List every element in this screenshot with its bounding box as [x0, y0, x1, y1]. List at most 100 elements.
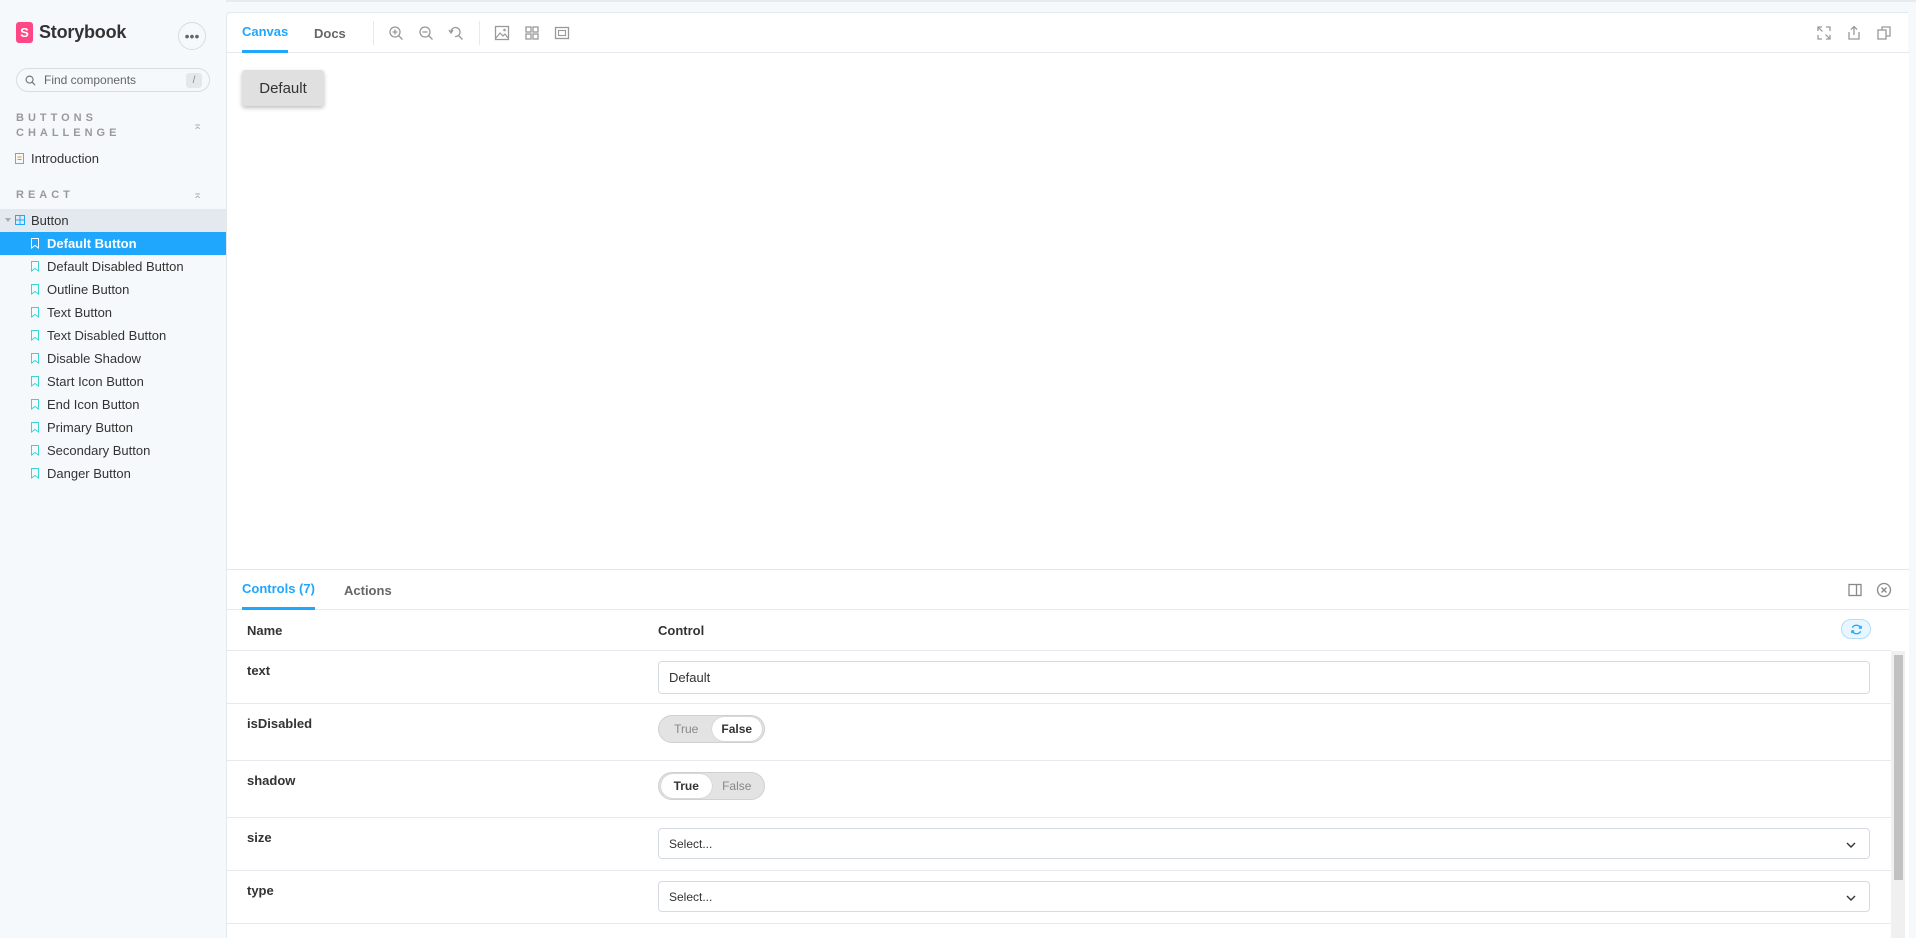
boolean-toggle-shadow[interactable]: True False	[658, 772, 765, 800]
storybook-logo-icon: S	[16, 22, 33, 43]
sidebar-story-label: Disable Shadow	[47, 351, 141, 366]
toggle-option-false[interactable]: False	[711, 717, 762, 741]
sidebar-story-outline-button[interactable]: Outline Button	[0, 278, 226, 301]
sidebar-item-label: Introduction	[31, 151, 99, 166]
sidebar-story-label: Primary Button	[47, 420, 133, 435]
search-icon	[25, 75, 36, 86]
sidebar-story-default-button[interactable]: Default Button	[0, 232, 226, 255]
bookmark-icon	[31, 399, 39, 410]
share-icon[interactable]	[1846, 25, 1862, 41]
sidebar-story-danger-button[interactable]: Danger Button	[0, 462, 226, 485]
zoom-in-icon[interactable]	[388, 25, 404, 41]
toggle-option-true[interactable]: True	[661, 774, 712, 798]
bookmark-icon	[31, 445, 39, 456]
close-panel-icon[interactable]	[1876, 582, 1892, 598]
app-title: Storybook	[39, 22, 127, 42]
tab-controls[interactable]: Controls (7)	[242, 570, 315, 610]
table-row: size Select...	[227, 818, 1891, 871]
search-placeholder: Find components	[44, 73, 137, 87]
control-name: type	[247, 883, 274, 898]
fullscreen-icon[interactable]	[1816, 25, 1832, 41]
addons-tabbar: Controls (7) Actions	[227, 570, 1909, 610]
sidebar-story-text-button[interactable]: Text Button	[0, 301, 226, 324]
select-size[interactable]: Select...	[658, 828, 1870, 859]
bookmark-icon	[31, 284, 39, 295]
copy-link-icon[interactable]	[1876, 25, 1892, 41]
panel-orientation-icon[interactable]	[1847, 582, 1863, 598]
select-type[interactable]: Select...	[658, 881, 1870, 912]
zoom-out-icon[interactable]	[418, 25, 434, 41]
search-input[interactable]: Find components /	[16, 68, 210, 92]
sidebar-story-end-icon-button[interactable]: End Icon Button	[0, 393, 226, 416]
control-name: size	[247, 830, 272, 845]
chevron-down-icon	[5, 218, 11, 222]
bookmark-icon	[31, 261, 39, 272]
sidebar-item-introduction[interactable]: Introduction	[0, 147, 226, 170]
sidebar-item-button-component[interactable]: Button	[0, 209, 226, 232]
brand[interactable]: S Storybook	[16, 22, 126, 43]
sidebar-story-text-disabled-button[interactable]: Text Disabled Button	[0, 324, 226, 347]
tab-actions[interactable]: Actions	[344, 570, 392, 610]
bookmark-icon	[31, 422, 39, 433]
boolean-toggle-isdisabled[interactable]: True False	[658, 715, 765, 743]
select-value: Select...	[669, 890, 713, 904]
bookmark-icon	[31, 330, 39, 341]
control-name: text	[247, 663, 271, 678]
sidebar-story-secondary-button[interactable]: Secondary Button	[0, 439, 226, 462]
bookmark-icon	[31, 353, 39, 364]
sidebar-story-label: Start Icon Button	[47, 374, 144, 389]
bookmark-icon	[31, 307, 39, 318]
bookmark-icon	[31, 238, 39, 249]
text-control-input[interactable]: Default	[658, 661, 1870, 694]
tab-docs[interactable]: Docs	[314, 13, 346, 53]
sidebar-story-default-disabled-button[interactable]: Default Disabled Button	[0, 255, 226, 278]
canvas-area: Default	[227, 54, 1909, 581]
default-button-preview[interactable]: Default	[242, 70, 324, 106]
background-icon[interactable]	[494, 25, 510, 41]
grid-icon[interactable]	[524, 25, 540, 41]
select-value: Select...	[669, 837, 713, 851]
control-name: isDisabled	[247, 716, 313, 731]
tab-canvas[interactable]: Canvas	[242, 13, 289, 53]
sidebar-story-label: End Icon Button	[47, 397, 140, 412]
reset-controls-button[interactable]	[1841, 619, 1871, 639]
top-border	[0, 0, 1916, 2]
sidebar-story-label: Outline Button	[47, 282, 130, 297]
column-header-control: Control	[658, 623, 705, 638]
toggle-option-true[interactable]: True	[661, 717, 712, 741]
sidebar-story-disable-shadow[interactable]: Disable Shadow	[0, 347, 226, 370]
addons-panel: Controls (7) Actions Name Control text D…	[227, 569, 1909, 938]
sidebar-story-label: Danger Button	[47, 466, 131, 481]
table-row: isDisabled True False	[227, 704, 1891, 761]
toggle-option-false[interactable]: False	[712, 774, 763, 798]
document-icon	[15, 153, 24, 164]
sidebar-story-start-icon-button[interactable]: Start Icon Button	[0, 370, 226, 393]
component-icon	[15, 215, 25, 225]
chevron-down-icon	[1846, 842, 1856, 848]
sidebar-story-primary-button[interactable]: Primary Button	[0, 416, 226, 439]
collapse-all-icon[interactable]: ⌅	[193, 188, 202, 201]
control-name: shadow	[247, 773, 296, 788]
sidebar: S Storybook ••• Find components / BUTTON…	[0, 0, 226, 938]
table-row: shadow True False	[227, 761, 1891, 818]
zoom-reset-icon[interactable]	[448, 25, 464, 41]
preview-panel: Canvas Docs Default Controls (7) Actions…	[226, 12, 1909, 938]
toolbar-separator	[373, 21, 374, 45]
scrollbar-thumb[interactable]	[1894, 655, 1903, 880]
controls-scrollbar[interactable]	[1891, 651, 1905, 938]
sidebar-story-label: Text Disabled Button	[47, 328, 167, 343]
settings-menu-button[interactable]: •••	[178, 22, 206, 50]
bookmark-icon	[31, 468, 39, 479]
chevron-down-icon	[1846, 895, 1856, 901]
outline-icon[interactable]	[554, 25, 570, 41]
group-title-react[interactable]: REACT	[16, 188, 74, 203]
sidebar-story-label: Text Button	[47, 305, 113, 320]
refresh-icon	[1850, 624, 1862, 634]
collapse-all-icon[interactable]: ⌅	[193, 119, 202, 132]
column-header-name: Name	[247, 623, 283, 638]
bookmark-icon	[31, 376, 39, 387]
sidebar-story-label: Secondary Button	[47, 443, 151, 458]
controls-table-header: Name Control	[227, 610, 1891, 651]
toolbar-separator	[479, 21, 480, 45]
group-title-buttons-challenge[interactable]: BUTTONS CHALLENGE	[16, 111, 126, 141]
